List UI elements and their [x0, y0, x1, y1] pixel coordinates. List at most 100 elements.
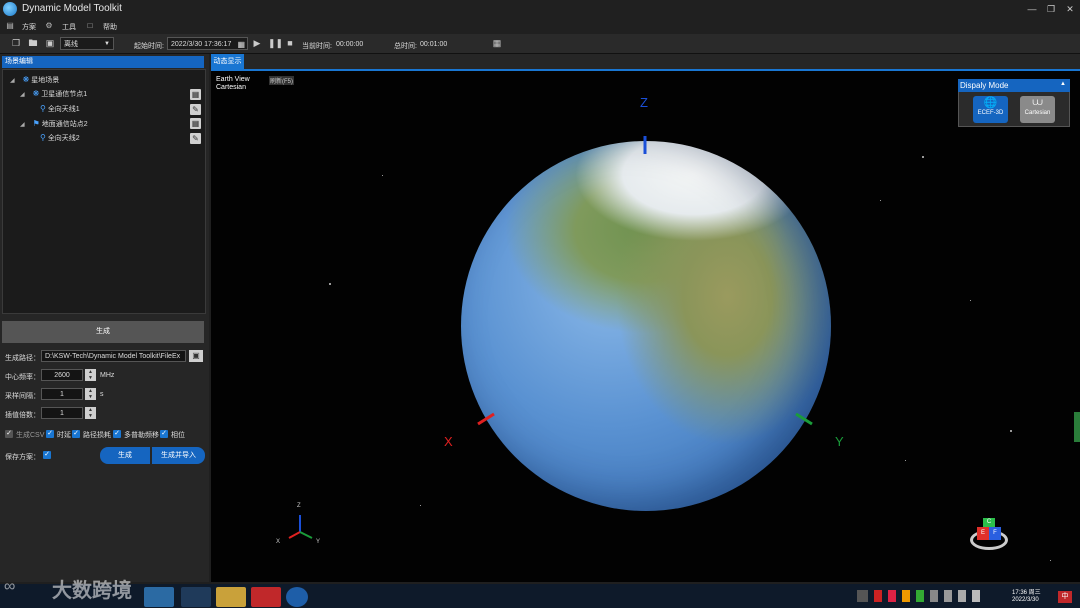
pathloss-checkbox[interactable]: ✓: [72, 430, 80, 438]
delay-checkbox-label: 时延: [57, 432, 71, 439]
axis-label-z: Z: [640, 95, 648, 110]
scene-tree: [2, 69, 206, 314]
phase-checkbox[interactable]: ✓: [160, 430, 168, 438]
taskbar-app-icon[interactable]: [251, 587, 281, 607]
tree-item-label: 卫星通信节点1: [41, 91, 88, 98]
generate-section-header: 生成: [2, 321, 204, 343]
interp-stepper[interactable]: ▲ ▼: [85, 407, 96, 419]
ime-badge[interactable]: 中: [1058, 591, 1072, 603]
taskbar-matlab-icon[interactable]: [181, 587, 211, 607]
clock-date[interactable]: 2022/3/30: [1012, 597, 1039, 603]
current-time-value: 00:00:00: [336, 41, 364, 48]
start-time-input[interactable]: 2022/3/30 17:36:17 ▦: [167, 37, 248, 50]
doppler-checkbox-label: 多普勒频移: [124, 432, 159, 439]
scene-icon: ❋: [22, 75, 30, 84]
path-input[interactable]: D:\KSW-Tech\Dynamic Model Toolkit\FileEx: [41, 350, 186, 362]
expand-arrow-icon[interactable]: ◢: [10, 78, 15, 84]
stop-icon[interactable]: ■: [284, 38, 296, 49]
menu-item-help[interactable]: 帮助: [103, 22, 117, 32]
center-freq-stepper[interactable]: ▲ ▼: [85, 369, 96, 381]
star: [1050, 560, 1051, 561]
ecef-3d-button[interactable]: 🌐 ECEF-3D: [973, 96, 1008, 123]
expand-arrow-icon[interactable]: ◢: [20, 92, 25, 98]
center-freq-unit: MHz: [100, 372, 115, 379]
play-icon[interactable]: ▶: [251, 38, 263, 49]
expand-arrow-icon[interactable]: ◢: [20, 122, 25, 128]
tree-item-satellite-node[interactable]: ◢ ❋ 卫星通信节点1: [20, 87, 87, 101]
cartesian-button[interactable]: ⩊ Cartesian: [1020, 96, 1055, 123]
star: [1010, 430, 1012, 432]
document-icon: ▤: [6, 21, 14, 30]
close-icon[interactable]: ✕: [1062, 3, 1078, 15]
station-icon: ⚑: [32, 119, 40, 128]
star: [382, 175, 383, 176]
generate-button[interactable]: 生成: [100, 447, 150, 464]
minimize-icon[interactable]: —: [1024, 3, 1040, 15]
center-freq-input[interactable]: 2600: [41, 369, 83, 381]
csv-checkbox[interactable]: ✓: [5, 430, 13, 438]
copy-icon[interactable]: ❐: [10, 38, 22, 49]
clock-time[interactable]: 17:36 周三: [1012, 587, 1041, 596]
restore-icon[interactable]: ❐: [1043, 3, 1059, 15]
total-time-label: 总时间:: [394, 43, 417, 50]
cube-face-top[interactable]: C: [983, 518, 995, 527]
delay-checkbox[interactable]: ✓: [46, 430, 54, 438]
sample-interval-unit: s: [100, 391, 104, 398]
antenna-2-edit-button[interactable]: ✎: [190, 133, 201, 144]
tree-item-label: 地面通信站点2: [41, 121, 88, 128]
generate-import-button[interactable]: 生成并导入: [152, 447, 205, 464]
cartesian-label: Cartesian: [1024, 110, 1051, 116]
antenna-icon: ⚲: [40, 133, 46, 142]
side-scroll-handle[interactable]: [1074, 412, 1080, 442]
collapse-icon[interactable]: ▲: [1060, 81, 1066, 87]
ecef-3d-label: ECEF-3D: [977, 110, 1004, 116]
sample-interval-label: 采样间隔：: [5, 393, 40, 400]
tree-item-antenna-1[interactable]: ⚲ 全向天线1: [40, 102, 80, 116]
layout-icon[interactable]: ▦: [491, 38, 503, 49]
tray-icons[interactable]: [857, 590, 997, 602]
center-freq-label: 中心频率：: [5, 374, 40, 381]
tree-item-label: 全向天线2: [47, 135, 80, 142]
open-folder-icon[interactable]: 🖿: [27, 38, 39, 49]
taskbar-ie-icon[interactable]: [144, 587, 174, 607]
tree-item-scene[interactable]: ◢ ❋ 星地场景: [10, 73, 59, 87]
satellite-settings-button[interactable]: ▦: [190, 89, 201, 100]
tab-dynamic-display[interactable]: 动态显示: [211, 54, 244, 69]
phase-checkbox-label: 相位: [171, 432, 185, 439]
start-time-label: 起始时间:: [134, 43, 164, 50]
satellite-icon: ❋: [32, 89, 40, 98]
cube-face-right[interactable]: F: [989, 527, 1001, 540]
menu-bar: [0, 18, 1080, 34]
save-plan-checkbox[interactable]: ✓: [43, 451, 51, 459]
title-bar: [0, 0, 1080, 18]
sample-interval-stepper[interactable]: ▲ ▼: [85, 388, 96, 400]
save-icon[interactable]: ▣: [44, 38, 56, 49]
taskbar-explorer-icon[interactable]: [216, 587, 246, 607]
watermark-logo-icon: ∞: [4, 578, 16, 595]
axes-icon: ⩊: [1032, 97, 1043, 108]
nav-cube[interactable]: C E F: [977, 518, 1001, 542]
tree-item-antenna-2[interactable]: ⚲ 全向天线2: [40, 131, 80, 145]
sample-interval-input[interactable]: 1: [41, 388, 83, 400]
calendar-icon[interactable]: ▦: [237, 38, 245, 51]
doppler-checkbox[interactable]: ✓: [113, 430, 121, 438]
tree-item-ground-station[interactable]: ◢ ⚑ 地面通信站点2: [20, 117, 88, 131]
menu-item-plan[interactable]: 方案: [22, 22, 36, 32]
cube-face-left[interactable]: E: [977, 527, 989, 540]
refresh-badge[interactable]: 刷新(F5): [269, 76, 294, 85]
station-settings-button[interactable]: ▦: [190, 118, 201, 129]
mode-select[interactable]: 离线 ▼: [60, 37, 114, 50]
mode-select-value: 离线: [64, 41, 78, 48]
menu-item-tools[interactable]: 工具: [62, 22, 76, 32]
current-time-label: 当前时间:: [302, 43, 332, 50]
taskbar-sogou-icon[interactable]: [286, 587, 308, 607]
app-logo-icon: [3, 2, 17, 16]
globe-axes: [477, 136, 813, 426]
pathloss-checkbox-label: 路径损耗: [83, 432, 111, 439]
pause-icon[interactable]: ❚❚: [268, 38, 283, 49]
save-plan-label: 保存方案：: [5, 454, 40, 461]
antenna-1-edit-button[interactable]: ✎: [190, 104, 201, 115]
view-tab-bar: [211, 54, 1080, 71]
browse-folder-icon[interactable]: ▣: [189, 350, 203, 362]
interp-input[interactable]: 1: [41, 407, 83, 419]
